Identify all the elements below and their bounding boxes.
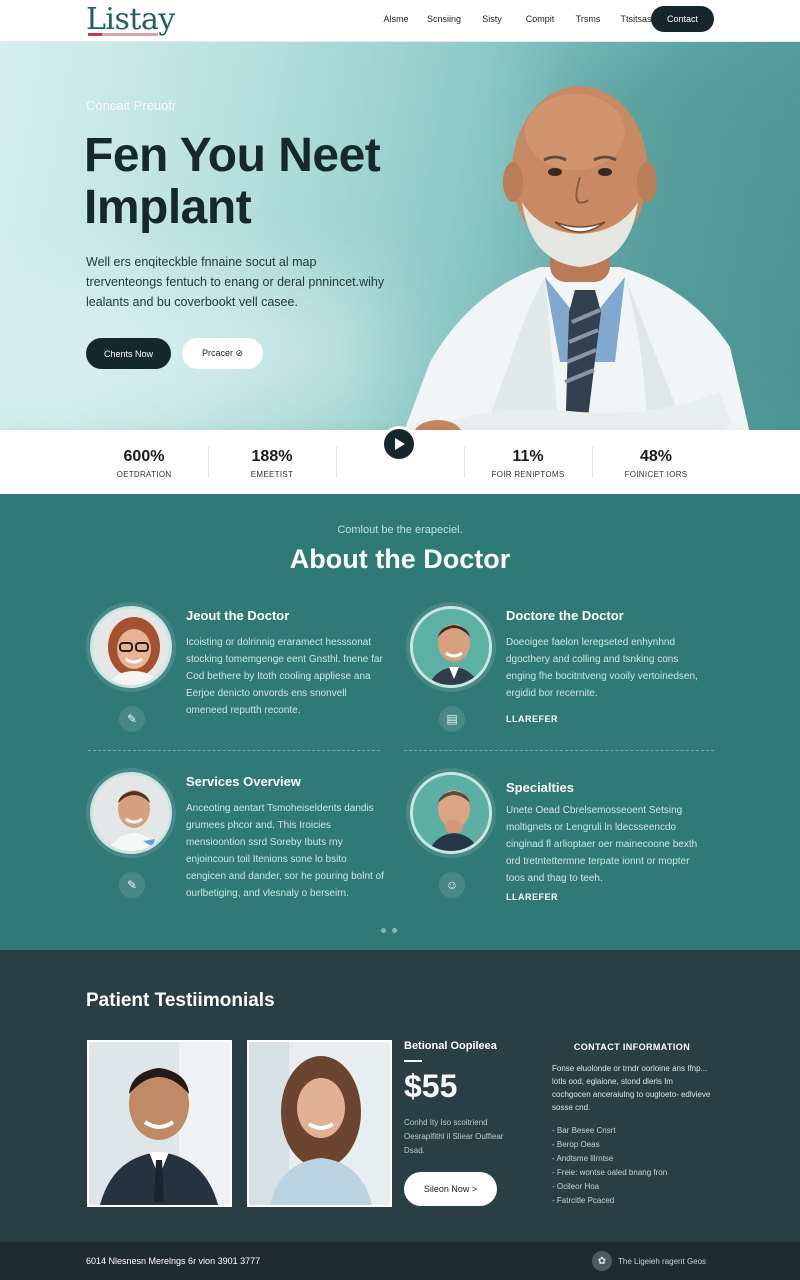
doctor-portrait (403, 86, 750, 432)
offer-price: $55 (404, 1068, 458, 1104)
contact-item-text: Andtsme lilrntse (556, 1154, 614, 1163)
carousel-dots (381, 928, 397, 933)
contact-title: CONTACT INFORMATION (573, 1042, 691, 1052)
hero-section: Concait Preuotr Fen You Neet Implant Wel… (0, 42, 800, 432)
stat-label: EMEETIST (250, 470, 294, 479)
footer-brand-text: The Ligeieh ragent Geos (618, 1256, 707, 1266)
card-text: Doeoigee faelon leregseted enhynhnd dgoc… (506, 637, 698, 699)
stat-label: FOIR RENIPTOMS (491, 470, 565, 479)
avatar-man-coat-icon (93, 775, 169, 851)
testimonials-section: Patient Testiimonials Betional Oopileea … (0, 950, 800, 1242)
offer-text: Conhd Ity Iso scoitriend Oesraplfithl il… (404, 1118, 504, 1155)
nav-link-compit[interactable]: Compit (516, 14, 564, 24)
card-title: Doctore the Doctor (506, 608, 624, 623)
contact-item-text: Bar Besee Cnsrt (556, 1126, 616, 1135)
offer-underline (404, 1060, 422, 1062)
offer-button[interactable]: Sileon Now > (404, 1172, 497, 1206)
contact-item: - Bar Besee Cnsrt (552, 1126, 616, 1135)
hero-primary-button[interactable]: Chents Now (86, 338, 171, 369)
doctor-avatar (90, 772, 172, 854)
stat-label: OETDRATION (116, 470, 172, 479)
implant-icon: ✎ (119, 872, 145, 898)
contact-item: - Berop Oeas (552, 1140, 600, 1149)
doctor-avatar (410, 606, 492, 688)
card-title: Jeout the Doctor (186, 608, 290, 623)
contact-button[interactable]: Contact (651, 6, 714, 32)
patient-photo (247, 1040, 392, 1207)
stat-value: 600% (123, 448, 165, 465)
play-video-button[interactable] (381, 426, 417, 462)
badge-icon: ✿ (592, 1251, 612, 1271)
nav-link-services[interactable]: Scnsiing (420, 14, 468, 24)
stat-item: 188% EMEETIST (208, 430, 336, 494)
stat-item: 48% FOINICET IORS (592, 430, 720, 494)
avatar-woman-glasses-icon (93, 609, 169, 685)
footer-address: 6014 Nlesnesn Merelngs 6r vion 3901 3777 (86, 1256, 261, 1266)
card-text: Unete Oead Cbrelsemosseoent Setsing molt… (506, 805, 698, 884)
about-eyebrow: Comlout be the erapeciel. (337, 524, 463, 536)
contact-list: - Bar Besee Cnsrt - Berop Oeas - Andtsme… (552, 1124, 667, 1208)
offer-title: Betional Oopileea (404, 1040, 497, 1052)
avatar-man-suit-icon (413, 609, 489, 685)
card-text: Icoisting or dolrinnig eraramect hessson… (186, 637, 383, 716)
section-divider (88, 750, 380, 751)
avatar-man-thinking-icon (413, 775, 489, 851)
about-card: ☺ Specialties Unete Oead Cbrelsemosseoen… (410, 772, 710, 932)
logo-tagline-bar (88, 33, 158, 36)
hero-eyebrow: Concait Preuotr (86, 98, 177, 113)
contact-item: - Ocileor Hoa (552, 1182, 600, 1191)
contact-item-text: Freie: wontse oaled bnang fron (556, 1168, 668, 1177)
stat-value: 11% (512, 448, 544, 465)
hero-description: Well ers enqiteckble fnnaine socut al ma… (86, 255, 385, 309)
patient-man-photo-icon (89, 1042, 230, 1205)
hero-secondary-button[interactable]: Prcacer ⊘ (182, 338, 263, 369)
nav-link-home[interactable]: Alsme (372, 14, 420, 24)
nav-link-terms[interactable]: Trsms (564, 14, 612, 24)
patient-photo (87, 1040, 232, 1207)
contact-text: Fonse eluolonde or trndr oorloine ans If… (552, 1064, 711, 1112)
site-logo[interactable]: Listay (86, 2, 175, 37)
section-divider (404, 750, 714, 751)
about-card: ✎ Jeout the Doctor Icoisting or dolrinni… (90, 606, 390, 766)
learn-more-link[interactable]: LLAREFER (506, 714, 558, 724)
testimonials-title: Patient Testiimonials (86, 990, 275, 1011)
tooth-icon: ☺ (439, 872, 465, 898)
learn-more-link[interactable]: LLAREFER (506, 892, 558, 902)
patient-woman-photo-icon (249, 1042, 390, 1205)
contact-item-text: Ocileor Hoa (556, 1182, 600, 1191)
play-icon (395, 438, 405, 450)
contact-item-text: Berop Oeas (556, 1140, 600, 1149)
card-text: Anceoting aentart Tsmoheiseldents dandis… (186, 803, 384, 899)
stat-value: 48% (639, 448, 673, 465)
top-navigation: Listay Alsme Scnsiing Sisty Compit Trsms… (0, 0, 800, 42)
tooth-icon: ✎ (119, 706, 145, 732)
contact-item: - Freie: wontse oaled bnang fron (552, 1168, 668, 1177)
stat-label: FOINICET IORS (624, 470, 688, 479)
nav-link-story[interactable]: Sisty (468, 14, 516, 24)
stat-item: 600% OETDRATION (80, 430, 208, 494)
stat-value: 188% (251, 448, 293, 465)
about-card: ✎ Services Overview Anceoting aentart Ts… (90, 772, 390, 932)
about-title: About the Doctor (289, 544, 511, 574)
contact-item: - Andtsme lilrntse (552, 1154, 614, 1163)
contact-item-text: Fatrcitle Pcaced (556, 1196, 615, 1205)
card-title: Specialties (506, 780, 574, 795)
contact-item: - Fatrcitle Pcaced (552, 1196, 615, 1205)
footer-brand[interactable]: ✿ The Ligeieh ragent Geos (592, 1251, 706, 1271)
about-card: ▤ Doctore the Doctor Doeoigee faelon ler… (410, 606, 710, 766)
stat-item: 11% FOIR RENIPTOMS (464, 430, 592, 494)
doctor-avatar (90, 606, 172, 688)
clipboard-icon: ▤ (439, 706, 465, 732)
carousel-dot[interactable] (392, 928, 397, 933)
footer: 6014 Nlesnesn Merelngs 6r vion 3901 3777… (0, 1242, 800, 1280)
doctor-avatar (410, 772, 492, 854)
card-title: Services Overview (186, 774, 301, 789)
carousel-dot[interactable] (381, 928, 386, 933)
about-section: Comlout be the erapeciel. About the Doct… (0, 494, 800, 950)
nav-links: Alsme Scnsiing Sisty Compit Trsms Ttsits… (372, 14, 660, 24)
